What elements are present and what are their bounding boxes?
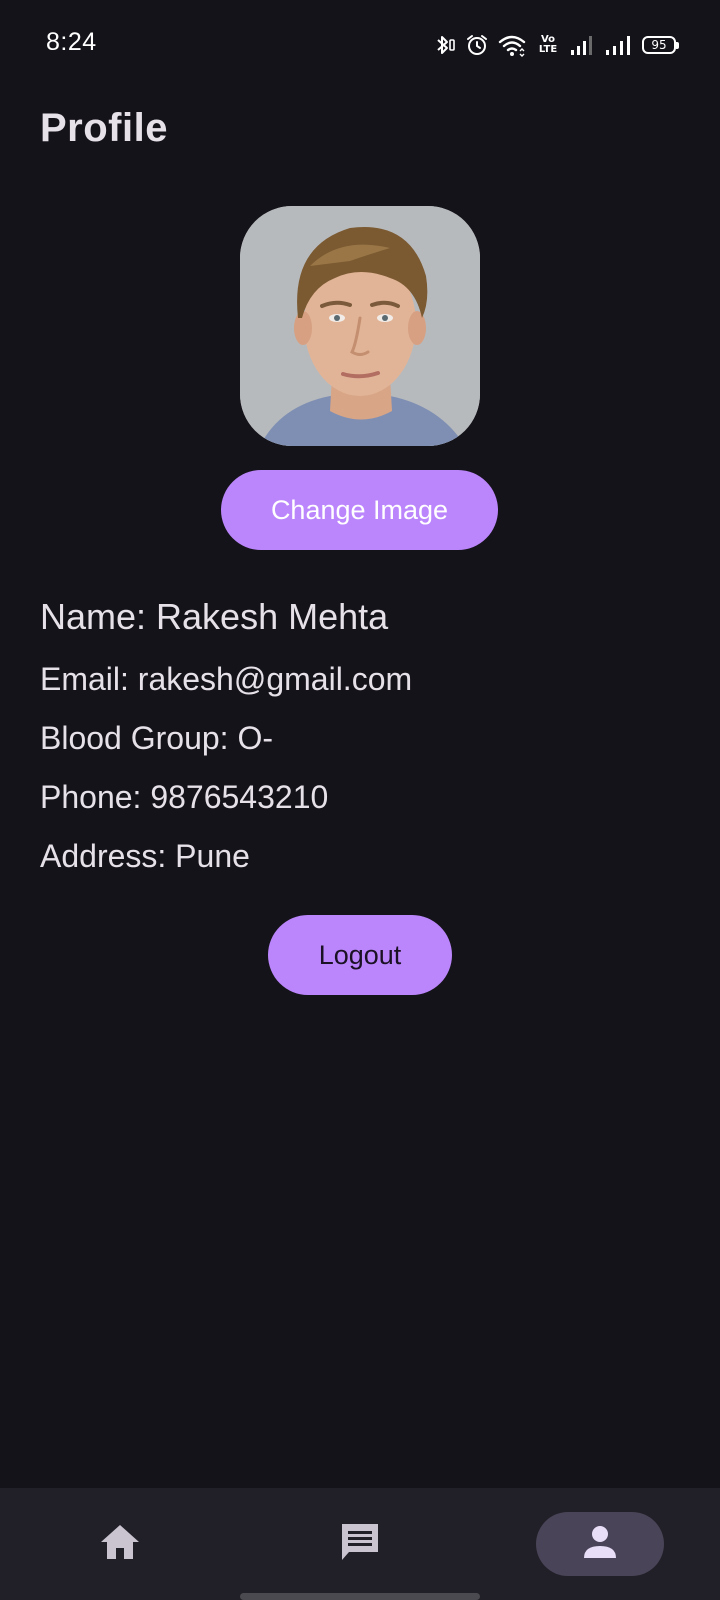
status-bar: 8:24 Vo LTE 95 <box>0 0 720 88</box>
logout-button[interactable]: Logout <box>268 915 452 995</box>
profile-phone: Phone: 9876543210 <box>40 779 329 815</box>
status-time: 8:24 <box>46 28 97 56</box>
nav-messages[interactable] <box>320 1512 400 1576</box>
alarm-icon <box>465 33 489 57</box>
home-indicator[interactable] <box>240 1593 480 1600</box>
volte-icon: Vo LTE <box>538 34 558 55</box>
person-icon <box>582 1524 618 1565</box>
profile-email: Email: rakesh@gmail.com <box>40 661 413 697</box>
home-icon <box>99 1523 141 1566</box>
nav-profile[interactable] <box>536 1512 664 1576</box>
change-image-button[interactable]: Change Image <box>221 470 498 550</box>
wifi-icon <box>498 33 526 57</box>
bluetooth-icon <box>432 33 456 57</box>
profile-avatar <box>240 206 480 446</box>
profile-blood-group: Blood Group: O- <box>40 720 273 756</box>
nav-home[interactable] <box>80 1512 160 1576</box>
status-icons: Vo LTE 95 <box>432 30 679 60</box>
signal-sim2-icon <box>605 34 633 56</box>
profile-address: Address: Pune <box>40 838 250 874</box>
signal-sim1-icon <box>570 34 596 56</box>
profile-name: Name: Rakesh Mehta <box>40 596 389 637</box>
bottom-navigation <box>0 1488 720 1600</box>
message-icon <box>339 1521 381 1568</box>
battery-icon: 95 <box>642 36 679 54</box>
page-title: Profile <box>40 106 168 150</box>
